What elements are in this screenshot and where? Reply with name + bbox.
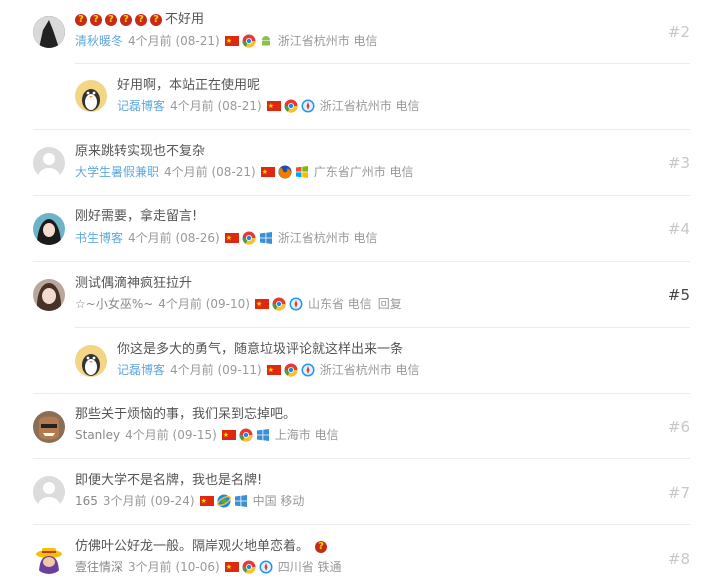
avatar[interactable] bbox=[33, 213, 65, 245]
comment-time: 4个月前 (08-26) bbox=[128, 231, 220, 245]
comment-text: 即便大学不是名牌，我也是名牌! bbox=[75, 473, 263, 488]
comment-time: 4个月前 (08-21) bbox=[128, 34, 220, 48]
author-link[interactable]: 清秋暖冬 bbox=[75, 33, 123, 49]
chrome-icon bbox=[284, 99, 298, 113]
avatar[interactable] bbox=[33, 476, 65, 508]
safari-icon bbox=[289, 297, 303, 311]
firefox-icon bbox=[278, 165, 292, 179]
comment-time: 4个月前 (08-21) bbox=[170, 99, 262, 113]
comment-time: 4个月前 (08-21) bbox=[164, 165, 256, 179]
author-name: ☆~小女巫%~ bbox=[75, 297, 154, 311]
divider bbox=[33, 458, 690, 459]
windows-icon bbox=[259, 232, 272, 244]
author-name: 壹往情深 bbox=[75, 560, 124, 574]
chrome-icon bbox=[272, 297, 286, 311]
comment-text: 刚好需要，拿走留言! bbox=[75, 209, 198, 224]
qmark-emoji-icon: ? bbox=[105, 13, 117, 26]
comment-text: 好用啊，本站正在使用呢 bbox=[117, 78, 261, 93]
avatar[interactable] bbox=[33, 147, 65, 179]
windows-icon bbox=[295, 166, 308, 178]
comment-location: 浙江省杭州市 电信 bbox=[319, 363, 420, 377]
author-link[interactable]: 记磊博客 bbox=[117, 362, 165, 378]
android-icon bbox=[261, 36, 270, 46]
comment-number[interactable]: #3 bbox=[668, 154, 690, 172]
ie-icon bbox=[216, 494, 231, 508]
author-name: 165 bbox=[75, 494, 98, 508]
comment-text: 不好用 bbox=[165, 12, 205, 27]
chrome-icon bbox=[284, 363, 298, 377]
avatar[interactable] bbox=[33, 411, 65, 443]
comment-number[interactable]: #6 bbox=[668, 418, 690, 436]
qmark-emoji-icon: ? bbox=[90, 13, 102, 26]
comment-text: 仿佛叶公好龙一般。隔岸观火地单恋着。 bbox=[75, 539, 310, 554]
comment-number[interactable]: #8 bbox=[668, 550, 690, 568]
avatar[interactable] bbox=[75, 80, 107, 112]
safari-icon bbox=[301, 99, 315, 113]
comment-number[interactable]: #2 bbox=[668, 23, 690, 41]
china-flag-icon bbox=[224, 33, 239, 49]
comment-location: 四川省 铁通 bbox=[277, 560, 342, 574]
comment-location: 广东省广州市 电信 bbox=[313, 165, 414, 179]
comment-list: ??????不好用 清秋暖冬 4个月前 (08-21) 浙江省杭州市 电信 #2… bbox=[0, 0, 720, 585]
comment-location: 中国 移动 bbox=[252, 494, 305, 508]
comment-time: 4个月前 (09-10) bbox=[158, 297, 250, 311]
china-flag-icon bbox=[199, 493, 214, 509]
safari-icon bbox=[259, 560, 273, 574]
safari-icon bbox=[301, 363, 315, 377]
avatar[interactable] bbox=[33, 16, 65, 48]
reply-link[interactable]: 回复 bbox=[378, 296, 402, 312]
comment-time: 4个月前 (09-11) bbox=[170, 363, 262, 377]
comment-location: 山东省 电信 bbox=[307, 297, 372, 311]
china-flag-icon bbox=[266, 98, 281, 114]
comment-location: 浙江省杭州市 电信 bbox=[277, 34, 378, 48]
comment-number[interactable]: #5 bbox=[668, 286, 690, 304]
comment-time: 3个月前 (10-06) bbox=[128, 560, 220, 574]
divider bbox=[33, 195, 690, 196]
comment-text: 那些关于烦恼的事，我们呆到忘掉吧。 bbox=[75, 407, 297, 422]
divider bbox=[75, 327, 690, 328]
comment-text: 测试偶滴神疯狂拉升 bbox=[75, 276, 193, 291]
comment-text: 你这是多大的勇气，随意垃圾评论就这样出来一条 bbox=[117, 342, 404, 357]
avatar[interactable] bbox=[33, 542, 65, 574]
china-flag-icon bbox=[254, 296, 269, 312]
author-link[interactable]: 书生博客 bbox=[75, 230, 123, 246]
chrome-icon bbox=[242, 34, 256, 48]
comment-number[interactable]: #7 bbox=[668, 484, 690, 502]
comment-number[interactable]: #4 bbox=[668, 220, 690, 238]
comment-location: 上海市 电信 bbox=[274, 428, 339, 442]
author-name: Stanley bbox=[75, 428, 121, 442]
divider bbox=[33, 393, 690, 394]
chrome-icon bbox=[239, 428, 253, 442]
comment-time: 4个月前 (09-15) bbox=[125, 428, 217, 442]
china-flag-icon bbox=[224, 559, 239, 575]
comment-location: 浙江省杭州市 电信 bbox=[277, 231, 378, 245]
qmark-emoji-icon: ? bbox=[135, 13, 147, 26]
qmark-emoji-icon: ? bbox=[150, 13, 162, 26]
qmark-emoji-icon: ? bbox=[315, 540, 328, 553]
avatar[interactable] bbox=[33, 279, 65, 311]
divider bbox=[33, 524, 690, 525]
chrome-icon bbox=[242, 231, 256, 245]
divider bbox=[33, 261, 690, 262]
windows-icon bbox=[256, 429, 269, 441]
comment-text: 原来跳转实现也不复杂 bbox=[75, 144, 206, 159]
china-flag-icon bbox=[221, 427, 236, 443]
windows-icon bbox=[234, 495, 247, 507]
author-link[interactable]: 记磊博客 bbox=[117, 98, 165, 114]
qmark-emoji-icon: ? bbox=[120, 13, 132, 26]
comment-location: 浙江省杭州市 电信 bbox=[319, 99, 420, 113]
comment-time: 3个月前 (09-24) bbox=[102, 494, 195, 508]
china-flag-icon bbox=[224, 230, 239, 246]
china-flag-icon bbox=[266, 362, 281, 378]
divider bbox=[33, 129, 690, 130]
china-flag-icon bbox=[260, 164, 275, 180]
divider bbox=[75, 63, 690, 64]
qmark-emoji-icon: ? bbox=[75, 13, 87, 26]
author-link[interactable]: 大学生暑假兼职 bbox=[75, 164, 159, 180]
chrome-icon bbox=[242, 560, 256, 574]
avatar[interactable] bbox=[75, 345, 107, 377]
